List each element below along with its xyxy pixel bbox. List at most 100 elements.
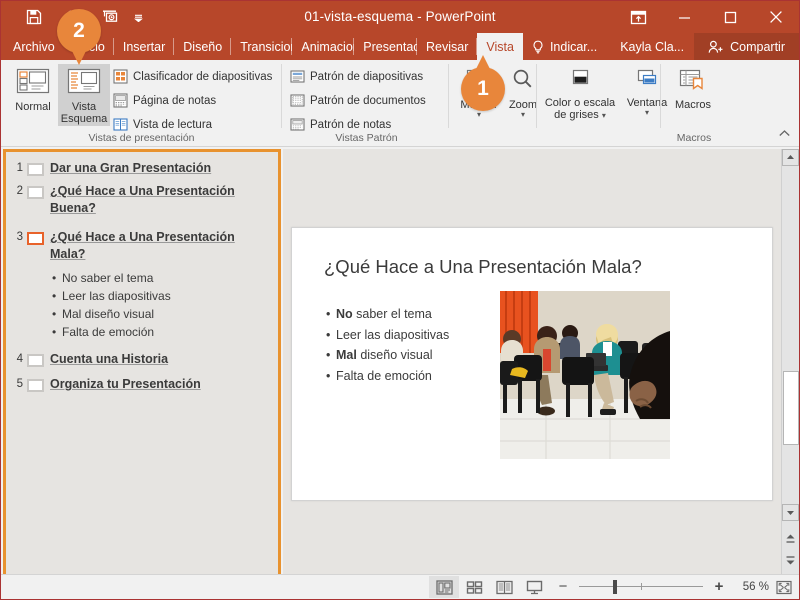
zoom-caret-icon[interactable]: ▾ <box>521 111 525 119</box>
slide-image-bored-audience[interactable] <box>500 291 670 459</box>
outline-bullet[interactable]: • Mal diseño visual <box>52 305 272 323</box>
color-grayscale-label-2: de grises ▾ <box>554 109 606 121</box>
outline-view-icon <box>67 67 101 98</box>
color-grayscale-caret-icon[interactable]: ▾ <box>602 111 606 120</box>
slide-canvas[interactable]: ¿Qué Hace a Una Presentación Mala? • No s… <box>291 227 773 501</box>
outline-panel[interactable]: 1 Dar una Gran Presentación 2 ¿Qué Hace … <box>3 149 281 577</box>
slide-sorter-button[interactable] <box>459 576 489 598</box>
slide-title[interactable]: ¿Qué Hace a Una Presentación Mala? <box>324 256 642 278</box>
outline-bullet[interactable]: • No saber el tema <box>52 269 272 287</box>
maximize-button[interactable] <box>707 1 753 33</box>
scroll-up-button[interactable] <box>782 149 799 166</box>
tab-presentacion[interactable]: Presentación <box>354 33 417 60</box>
account-button[interactable]: Kayla Cla... <box>611 33 694 60</box>
ribbon: Normal Vista Esquema Clasificador de dia… <box>1 60 799 147</box>
zoom-controls: − + 56 % <box>553 576 799 598</box>
tell-me-label: Indicar... <box>549 39 598 54</box>
outline-slide-number: 2 <box>16 185 23 197</box>
tab-diseno[interactable]: Diseño <box>174 33 232 60</box>
slideshow-button[interactable] <box>519 576 549 598</box>
bullet-dot-icon: • <box>326 348 331 362</box>
group-label-macros: Macros <box>676 132 712 144</box>
zoom-icon <box>508 67 538 96</box>
outline-slide-thumb[interactable] <box>27 186 44 199</box>
account-label: Kayla Cla... <box>620 39 685 54</box>
show-caret-icon[interactable]: ▾ <box>477 111 481 119</box>
bullet-dot-icon: • <box>52 289 57 303</box>
scroll-thumb[interactable] <box>783 371 799 445</box>
zoom-out-button[interactable]: − <box>553 576 573 598</box>
color-grayscale-button[interactable]: Color o escala de grises ▾ <box>541 64 619 126</box>
handout-master-icon <box>290 93 305 108</box>
outline-bullet[interactable]: • Falta de emoción <box>52 323 272 341</box>
outline-view-button[interactable]: Vista Esquema <box>58 64 110 126</box>
zoom-slider-thumb[interactable] <box>613 580 617 594</box>
tab-animaciones[interactable]: Animaciones <box>292 33 354 60</box>
slide-master-icon <box>290 69 305 84</box>
fit-slide-to-window-button[interactable] <box>769 576 799 598</box>
outline-view-label-1: Vista <box>71 101 97 113</box>
tell-me-button[interactable]: Indicar... <box>523 33 611 60</box>
outline-slide-title[interactable]: Dar una Gran Presentación <box>50 160 211 177</box>
scroll-down-button[interactable] <box>782 504 799 521</box>
slide-sorter-button[interactable]: Clasificador de diapositivas <box>113 67 272 86</box>
ribbon-display-options-icon[interactable] <box>615 1 661 33</box>
outline-slide-thumb[interactable] <box>27 379 44 392</box>
zoom-out-icon: − <box>558 578 568 595</box>
status-bar: − + 56 % <box>1 574 799 599</box>
outline-slide-title[interactable]: Cuenta una Historia <box>50 351 168 368</box>
outline-slide-thumb[interactable] <box>27 354 44 367</box>
share-button[interactable]: Compartir <box>694 33 799 60</box>
ribbon-group-presentation-views: Normal Vista Esquema Clasificador de dia… <box>1 60 282 146</box>
customize-quick-access-icon[interactable] <box>129 2 147 32</box>
notes-page-icon <box>113 93 128 108</box>
tab-transiciones[interactable]: Transiciones <box>231 33 293 60</box>
outline-slide-2[interactable]: 2 ¿Qué Hace a Una Presentación Buena? <box>10 183 272 217</box>
tab-insertar[interactable]: Insertar <box>114 33 175 60</box>
collapse-ribbon-button[interactable] <box>778 126 791 144</box>
reading-view-icon <box>113 117 128 132</box>
notes-page-button[interactable]: Página de notas <box>113 91 216 110</box>
normal-view-button[interactable] <box>429 576 459 598</box>
outline-content[interactable]: 1 Dar una Gran Presentación 2 ¿Qué Hace … <box>6 152 278 574</box>
callout-badge-2: 2 <box>57 9 101 65</box>
outline-slide-title[interactable]: Organiza tu Presentación <box>50 376 201 393</box>
macros-button[interactable]: Macros <box>665 64 721 126</box>
normal-view-button[interactable]: Normal <box>7 64 59 126</box>
slide-master-button[interactable]: Patrón de diapositivas <box>290 67 423 86</box>
outline-bullet[interactable]: • Leer las diapositivas <box>52 287 272 305</box>
outline-slide-number: 1 <box>16 162 23 174</box>
powerpoint-window: 01-vista-esquema - PowerPoint Archivo In… <box>0 0 800 600</box>
outline-slide-thumb-selected[interactable] <box>27 232 44 245</box>
vertical-scrollbar[interactable] <box>781 149 799 575</box>
outline-slide-3[interactable]: 3 ¿Qué Hace a Una Presentación Mala? <box>10 229 272 263</box>
tab-revisar[interactable]: Revisar <box>417 33 478 60</box>
next-slide-button[interactable] <box>782 552 799 569</box>
outline-slide-title[interactable]: ¿Qué Hace a Una Presentación Buena? <box>50 183 250 217</box>
save-icon[interactable] <box>15 2 53 32</box>
previous-slide-button[interactable] <box>782 530 799 547</box>
minimize-button[interactable] <box>661 1 707 33</box>
slide-master-label: Patrón de diapositivas <box>310 70 424 83</box>
outline-slide-5[interactable]: 5 Organiza tu Presentación <box>10 376 272 393</box>
window-controls <box>615 1 799 33</box>
tab-archivo[interactable]: Archivo <box>1 33 67 60</box>
notes-page-label: Página de notas <box>133 94 217 107</box>
outline-slide-title[interactable]: ¿Qué Hace a Una Presentación Mala? <box>50 229 250 263</box>
outline-slide-4[interactable]: 4 Cuenta una Historia <box>10 351 272 368</box>
slide-body-placeholder[interactable]: • No saber el tema • Leer las diapositivas… <box>326 304 449 386</box>
slide-bullet: • Mal diseño visual <box>326 345 449 366</box>
close-button[interactable] <box>753 1 799 33</box>
slide-work-area: ¿Qué Hace a Una Presentación Mala? • No s… <box>283 149 799 575</box>
window-caret-icon[interactable]: ▾ <box>645 109 649 117</box>
outline-slide-thumb[interactable] <box>27 163 44 176</box>
outline-slide-1[interactable]: 1 Dar una Gran Presentación <box>10 160 272 177</box>
zoom-in-button[interactable]: + <box>709 576 729 598</box>
handout-master-button[interactable]: Patrón de documentos <box>290 91 426 110</box>
zoom-percentage[interactable]: 56 % <box>729 581 769 593</box>
window-icon <box>632 67 662 94</box>
macros-label: Macros <box>674 99 712 111</box>
zoom-slider[interactable] <box>579 577 703 597</box>
group-separator-4 <box>660 64 661 128</box>
reading-view-button[interactable] <box>489 576 519 598</box>
